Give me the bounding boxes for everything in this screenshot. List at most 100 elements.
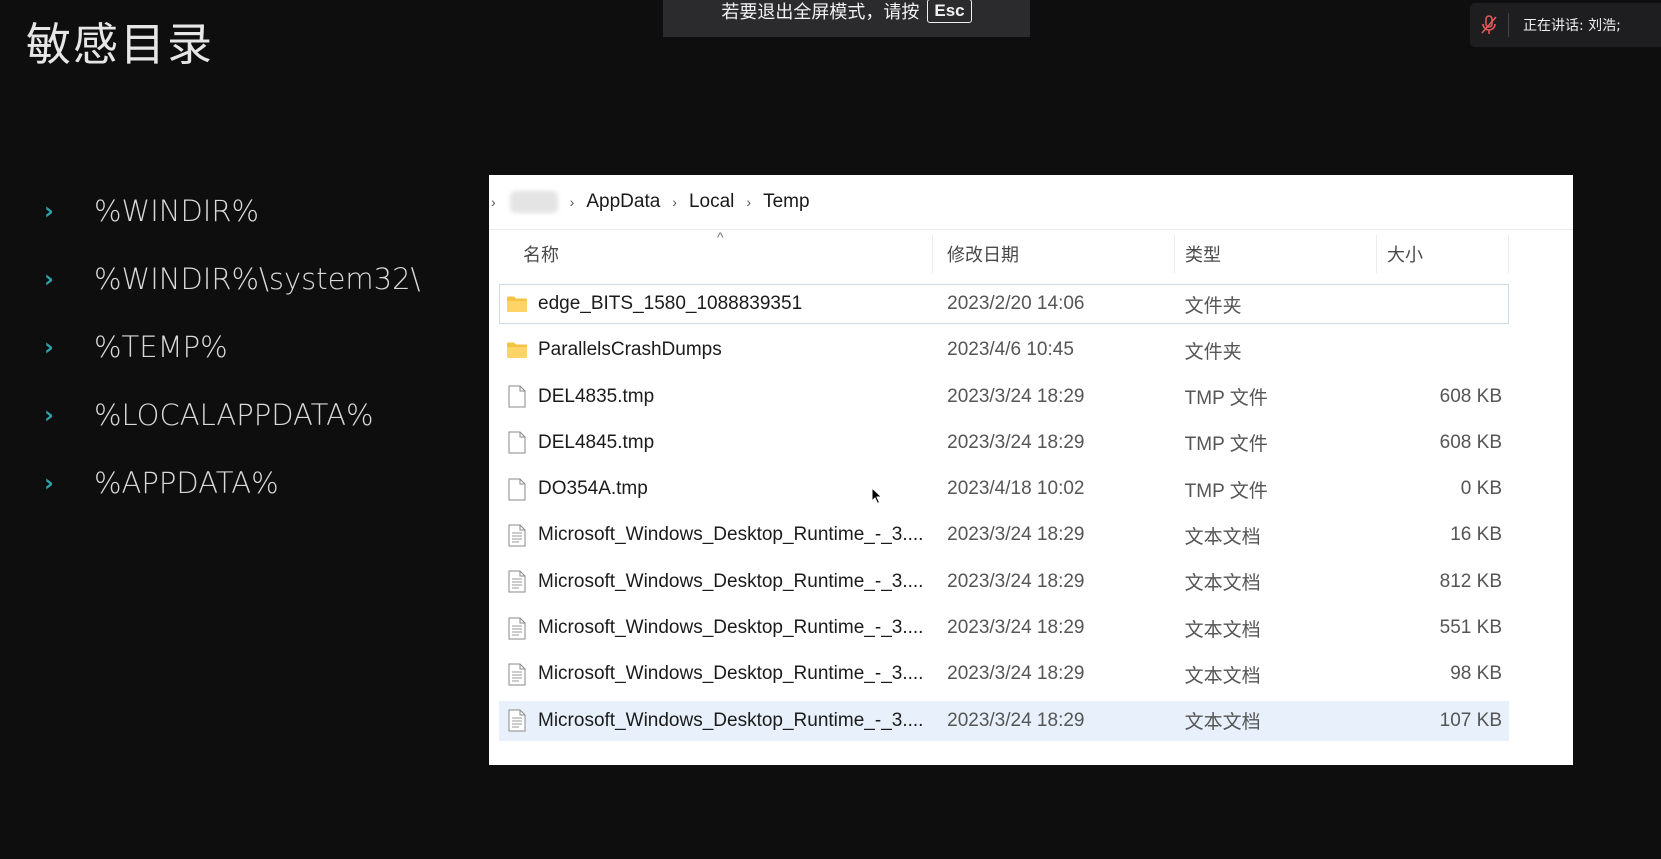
column-label: 名称 xyxy=(523,245,559,265)
bullet-text: %TEMP% xyxy=(94,330,228,364)
file-name-cell[interactable]: Microsoft_Windows_Desktop_Runtime_-_3...… xyxy=(500,570,933,594)
file-row[interactable]: edge_BITS_1580_1088839351 2023/2/20 14:06… xyxy=(499,284,1509,324)
bullet-item: › %LOCALAPPDATA% xyxy=(40,398,420,466)
esc-key: Esc xyxy=(927,0,972,23)
file-row[interactable]: ParallelsCrashDumps 2023/4/6 10:45 文件夹 xyxy=(499,330,1509,370)
file-type: 文件夹 xyxy=(1184,341,1242,363)
file-date: 2023/3/24 18:29 xyxy=(947,617,1085,639)
column-header-row: ^ 名称 修改日期 类型 大小 xyxy=(499,229,1509,273)
file-type: 文本文档 xyxy=(1184,526,1261,548)
file-date: 2023/3/24 18:29 xyxy=(947,385,1085,407)
bullet-item: › %WINDIR%\system32\ xyxy=(40,262,420,330)
file-explorer-window: › › AppData › Local › Temp ^ 名称 修改日期 类型 … xyxy=(489,175,1573,765)
file-size: 608 KB xyxy=(1439,385,1502,407)
breadcrumb-local[interactable]: Local xyxy=(689,191,734,213)
divider xyxy=(1508,13,1509,37)
column-label: 大小 xyxy=(1387,245,1423,265)
file-size: 551 KB xyxy=(1439,617,1502,639)
file-date: 2023/3/24 18:29 xyxy=(947,663,1085,685)
file-icon xyxy=(506,477,528,501)
file-row[interactable]: DO354A.tmp 2023/4/18 10:02 TMP 文件 0 KB xyxy=(499,469,1509,509)
chevron-right-icon: › xyxy=(44,265,54,293)
chevron-right-icon[interactable]: › xyxy=(672,194,677,210)
file-name: Microsoft_Windows_Desktop_Runtime_-_3...… xyxy=(538,663,924,685)
file-type: TMP 文件 xyxy=(1184,480,1268,502)
chevron-right-icon: › xyxy=(44,197,54,225)
file-name-cell[interactable]: DO354A.tmp xyxy=(500,477,933,501)
blurred-user-folder[interactable] xyxy=(509,191,558,213)
file-name: Microsoft_Windows_Desktop_Runtime_-_3...… xyxy=(538,709,924,731)
file-row[interactable]: Microsoft_Windows_Desktop_Runtime_-_3...… xyxy=(499,700,1509,741)
speaking-indicator: 正在讲话: 刘浩; xyxy=(1470,3,1661,47)
file-row[interactable]: Microsoft_Windows_Desktop_Runtime_-_3...… xyxy=(499,608,1509,648)
file-name-cell[interactable]: ParallelsCrashDumps xyxy=(500,338,933,362)
fullscreen-exit-text: 若要退出全屏模式，请按 xyxy=(721,1,920,23)
file-row[interactable]: Microsoft_Windows_Desktop_Runtime_-_3...… xyxy=(499,562,1509,602)
column-header-date[interactable]: 修改日期 xyxy=(933,235,1175,273)
mic-muted-icon[interactable] xyxy=(1470,15,1508,35)
file-name: DEL4835.tmp xyxy=(538,385,655,407)
file-size: 812 KB xyxy=(1439,570,1502,592)
file-row[interactable]: Microsoft_Windows_Desktop_Runtime_-_3...… xyxy=(499,515,1509,555)
chevron-right-icon: › xyxy=(44,401,54,429)
file-name-cell[interactable]: DEL4835.tmp xyxy=(500,385,933,409)
file-name-cell[interactable]: edge_BITS_1580_1088839351 xyxy=(500,292,933,316)
file-date: 2023/3/24 18:29 xyxy=(947,709,1085,731)
file-type: 文本文档 xyxy=(1184,712,1261,734)
bullet-text: %WINDIR% xyxy=(94,194,260,228)
speaker-text: 正在讲话: 刘浩; xyxy=(1523,18,1621,34)
file-size: 0 KB xyxy=(1460,478,1502,500)
file-date: 2023/4/6 10:45 xyxy=(947,339,1074,361)
file-date: 2023/3/24 18:29 xyxy=(947,570,1085,592)
file-name-cell[interactable]: DEL4845.tmp xyxy=(500,431,933,455)
file-name-cell[interactable]: Microsoft_Windows_Desktop_Runtime_-_3...… xyxy=(500,662,933,686)
fullscreen-exit-banner: 若要退出全屏模式，请按 Esc xyxy=(663,0,1030,37)
file-name: Microsoft_Windows_Desktop_Runtime_-_3...… xyxy=(538,617,924,639)
file-icon xyxy=(506,385,528,409)
file-name-cell[interactable]: Microsoft_Windows_Desktop_Runtime_-_3...… xyxy=(500,523,933,547)
file-type: TMP 文件 xyxy=(1184,388,1268,410)
text-file-icon xyxy=(506,523,528,547)
chevron-right-icon[interactable]: › xyxy=(491,194,496,210)
column-label: 类型 xyxy=(1185,245,1221,265)
bullet-item: › %TEMP% xyxy=(40,330,420,398)
bullet-item: › %APPDATA% xyxy=(40,466,420,534)
text-file-icon xyxy=(506,662,528,686)
slide-title: 敏感目录 xyxy=(26,18,215,71)
file-size: 98 KB xyxy=(1450,663,1502,685)
text-file-icon xyxy=(506,570,528,594)
file-row[interactable]: DEL4845.tmp 2023/3/24 18:29 TMP 文件 608 KB xyxy=(499,423,1509,463)
file-type: 文件夹 xyxy=(1184,295,1242,317)
text-file-icon xyxy=(506,709,528,733)
file-name: ParallelsCrashDumps xyxy=(538,339,722,361)
file-name-cell[interactable]: Microsoft_Windows_Desktop_Runtime_-_3...… xyxy=(500,709,933,733)
file-name: Microsoft_Windows_Desktop_Runtime_-_3...… xyxy=(538,570,924,592)
column-header-type[interactable]: 类型 xyxy=(1175,235,1377,273)
file-name: DEL4845.tmp xyxy=(538,431,655,453)
breadcrumb-appdata[interactable]: AppData xyxy=(586,191,660,213)
chevron-right-icon[interactable]: › xyxy=(746,194,751,210)
file-type: 文本文档 xyxy=(1184,665,1261,687)
file-row[interactable]: Microsoft_Windows_Desktop_Runtime_-_3...… xyxy=(499,654,1509,694)
column-header-size[interactable]: 大小 xyxy=(1377,235,1509,273)
file-name-cell[interactable]: Microsoft_Windows_Desktop_Runtime_-_3...… xyxy=(500,616,933,640)
file-date: 2023/3/24 18:29 xyxy=(947,524,1085,546)
address-bar[interactable]: › › AppData › Local › Temp xyxy=(489,175,1573,230)
folder-icon xyxy=(506,292,528,316)
column-label: 修改日期 xyxy=(947,245,1019,265)
file-row[interactable]: DEL4835.tmp 2023/3/24 18:29 TMP 文件 608 KB xyxy=(499,377,1509,417)
file-name: edge_BITS_1580_1088839351 xyxy=(538,293,803,314)
bullet-text: %WINDIR%\system32\ xyxy=(94,262,421,296)
column-header-name[interactable]: ^ 名称 xyxy=(499,229,933,273)
file-type: 文本文档 xyxy=(1184,619,1261,641)
bullet-text: %APPDATA% xyxy=(94,466,279,500)
sort-ascending-icon: ^ xyxy=(717,229,724,245)
chevron-right-icon[interactable]: › xyxy=(570,194,575,210)
file-name: Microsoft_Windows_Desktop_Runtime_-_3...… xyxy=(538,524,924,546)
text-file-icon xyxy=(506,616,528,640)
mouse-cursor-icon xyxy=(871,487,883,505)
breadcrumb-temp[interactable]: Temp xyxy=(763,191,809,213)
file-date: 2023/2/20 14:06 xyxy=(947,293,1085,314)
file-type: TMP 文件 xyxy=(1184,434,1268,456)
file-date: 2023/3/24 18:29 xyxy=(947,431,1085,453)
